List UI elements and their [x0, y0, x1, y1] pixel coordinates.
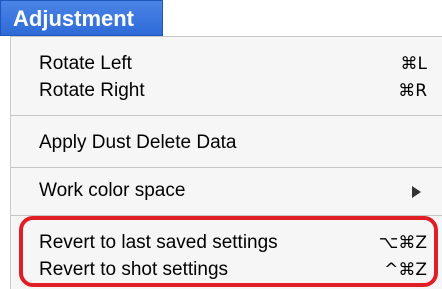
menu-title-adjustment[interactable]: Adjustment	[0, 0, 163, 36]
menu-item-rotate-right[interactable]: Rotate Right ⌘R	[11, 77, 442, 105]
menu-separator	[11, 215, 442, 216]
menu-separator	[11, 115, 442, 116]
menu-item-rotate-left[interactable]: Rotate Left ⌘L	[11, 50, 442, 78]
menu-item-label: Work color space	[39, 180, 186, 201]
menu-item-revert-to-last-saved-settings[interactable]: Revert to last saved settings ⌥⌘Z	[11, 229, 442, 257]
menu-item-label: Revert to shot settings	[39, 259, 229, 280]
menu-separator	[11, 167, 442, 168]
shortcut-label: ⌘R	[398, 81, 427, 101]
adjustment-menu: Rotate Left ⌘L Rotate Right ⌘R Apply Dus…	[10, 36, 442, 289]
menu-item-label: Rotate Left	[39, 53, 132, 74]
chevron-right-icon	[412, 186, 421, 198]
menu-item-revert-to-shot-settings[interactable]: Revert to shot settings ^⌘Z	[11, 256, 442, 284]
screenshot: Adjustment Rotate Left ⌘L Rotate Right ⌘…	[0, 0, 442, 289]
shortcut-label: ⌥⌘Z	[378, 233, 427, 253]
menu-item-label: Apply Dust Delete Data	[39, 132, 237, 153]
menu-item-label: Rotate Right	[39, 80, 145, 101]
menu-item-label: Revert to last saved settings	[39, 232, 278, 253]
menu-item-apply-dust-delete-data[interactable]: Apply Dust Delete Data	[11, 129, 442, 157]
shortcut-label: ^⌘Z	[384, 260, 427, 280]
shortcut-label: ⌘L	[400, 54, 427, 74]
menu-item-work-color-space[interactable]: Work color space	[11, 177, 442, 205]
